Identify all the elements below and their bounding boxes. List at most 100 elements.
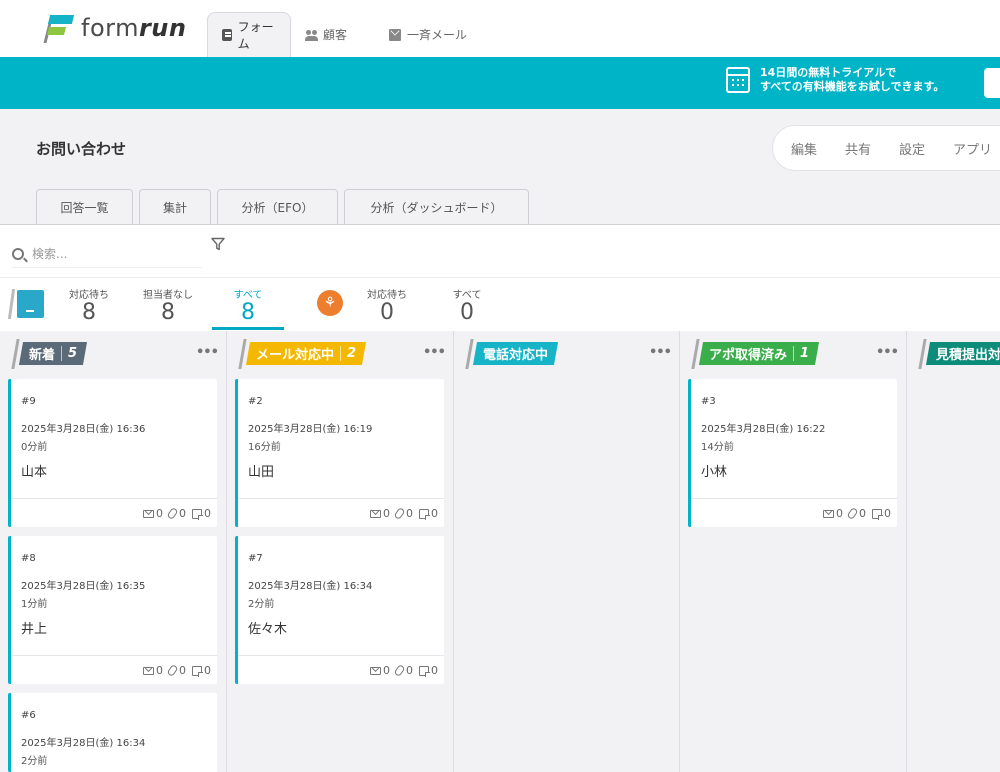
card-number: #2 <box>248 396 263 407</box>
card-elapsed: 16分前 <box>248 442 281 453</box>
trial-message: 14日間の無料トライアルで すべての有料機能をお試しできます。 <box>726 66 944 94</box>
card-date: 2025年3月28日(金) 16:36 <box>21 424 146 435</box>
status-label-phone[interactable]: 電話対応中 <box>472 342 559 365</box>
attachment-icon <box>393 506 406 521</box>
card-name: 山本 <box>21 465 48 480</box>
stat-waiting[interactable]: 対応待ち 8 <box>54 286 124 325</box>
filter-icon[interactable] <box>211 237 225 251</box>
response-card[interactable]: #9 2025年3月28日(金) 16:36 0分前 山本 0 0 0 <box>8 379 217 527</box>
response-card[interactable]: #7 2025年3月28日(金) 16:34 2分前 佐々木 0 0 0 <box>235 536 444 684</box>
stat-waiting-2-label: 対応待ち <box>367 290 407 301</box>
stat-unassigned-label: 担当者なし <box>143 290 193 301</box>
search-input[interactable] <box>32 246 182 261</box>
column-new: 新着 5 ••• #9 2025年3月28日(金) 16:36 0分前 山本 0 … <box>0 331 227 772</box>
column-phone: 電話対応中 ••• <box>454 331 680 772</box>
column-menu-icon[interactable]: ••• <box>423 345 446 360</box>
status-label-new[interactable]: 新着 5 <box>18 342 88 365</box>
card-elapsed: 0分前 <box>21 442 48 453</box>
memo-icon <box>192 665 203 677</box>
column-quote: 見積提出対 <box>907 331 1000 772</box>
card-meta: 0 0 0 <box>364 663 438 678</box>
page-title: お問い合わせ <box>36 140 127 158</box>
top-nav: formrun フォーム 顧客 一斉メール <box>0 0 1000 57</box>
response-card[interactable]: #8 2025年3月28日(金) 16:35 1分前 井上 0 0 0 <box>8 536 217 684</box>
status-label-quote[interactable]: 見積提出対 <box>925 342 1000 365</box>
card-name: 佐々木 <box>248 622 288 637</box>
card-number: #8 <box>21 553 36 564</box>
status-summary: 対応待ち 8 担当者なし 8 すべて 8 ⚘ 対応待ち 0 すべて 0 <box>0 278 1000 331</box>
stat-all-count: 8 <box>241 300 255 325</box>
tab-dashboard[interactable]: 分析（ダッシュボード） <box>344 189 529 225</box>
attachment-icon <box>166 506 179 521</box>
search-icon <box>12 247 24 260</box>
stat-waiting-count: 8 <box>82 300 96 325</box>
memo-icon <box>872 508 883 520</box>
trial-line1: 14日間の無料トライアルで <box>760 66 897 79</box>
response-card[interactable]: #2 2025年3月28日(金) 16:19 16分前 山田 0 0 0 <box>235 379 444 527</box>
card-elapsed: 2分前 <box>21 756 48 767</box>
logo-text: formrun <box>81 14 187 42</box>
memo-icon <box>419 508 430 520</box>
stat-all-label: すべて <box>233 290 263 301</box>
tab-summary[interactable]: 集計 <box>139 189 211 225</box>
card-elapsed: 14分前 <box>701 442 734 453</box>
tab-efo[interactable]: 分析（EFO） <box>217 189 338 225</box>
column-header: 見積提出対 <box>907 331 1000 373</box>
column-header: 新着 5 ••• <box>0 331 226 373</box>
stat-waiting-label: 対応待ち <box>69 290 109 301</box>
card-number: #6 <box>21 710 36 721</box>
tab-responses[interactable]: 回答一覧 <box>36 189 133 225</box>
apps-button[interactable]: アプリ <box>953 139 992 158</box>
status-group-icon <box>7 289 44 319</box>
trial-line2: すべての有料機能をお試しできます。 <box>760 80 945 93</box>
card-date: 2025年3月28日(金) 16:34 <box>248 581 373 592</box>
logo-mark-icon <box>43 13 75 43</box>
tab-customers[interactable]: 顧客 <box>291 12 375 57</box>
mail-icon <box>143 666 154 675</box>
card-number: #3 <box>701 396 716 407</box>
column-menu-icon[interactable]: ••• <box>876 345 899 360</box>
card-meta: 0 0 0 <box>817 506 891 521</box>
filter-bar: 対応待ち 8 担当者なし 8 すべて 8 ⚘ 対応待ち 0 すべて 0 <box>0 225 1000 331</box>
edit-button[interactable]: 編集 <box>791 139 817 158</box>
mail-icon <box>389 29 401 41</box>
column-appointment: アポ取得済み 1 ••• #3 2025年3月28日(金) 16:22 14分前 … <box>680 331 907 772</box>
status-label-appointment[interactable]: アポ取得済み 1 <box>698 342 820 365</box>
memo-icon <box>419 665 430 677</box>
trial-banner: 14日間の無料トライアルで すべての有料機能をお試しできます。 <box>0 57 1000 109</box>
tab-form[interactable]: フォーム <box>207 12 291 57</box>
card-name: 小林 <box>701 465 728 480</box>
formrun-logo[interactable]: formrun <box>43 12 187 44</box>
stat-all-2[interactable]: すべて 0 <box>432 286 502 325</box>
attachment-icon <box>393 663 406 678</box>
card-elapsed: 2分前 <box>248 599 275 610</box>
settings-button[interactable]: 設定 <box>899 139 925 158</box>
stat-all-2-label: すべて <box>452 290 482 301</box>
response-card[interactable]: #6 2025年3月28日(金) 16:34 2分前 <box>8 693 217 772</box>
card-date: 2025年3月28日(金) 16:35 <box>21 581 146 592</box>
card-date: 2025年3月28日(金) 16:34 <box>21 738 146 749</box>
stat-all[interactable]: すべて 8 <box>213 286 283 325</box>
response-card[interactable]: #3 2025年3月28日(金) 16:22 14分前 小林 0 0 0 <box>688 379 897 527</box>
stat-waiting-2-count: 0 <box>380 300 394 325</box>
stat-all-2-count: 0 <box>460 300 474 325</box>
stat-unassigned[interactable]: 担当者なし 8 <box>133 286 203 325</box>
column-mail: メール対応中 2 ••• #2 2025年3月28日(金) 16:19 16分前 … <box>227 331 454 772</box>
user-group-icon: ⚘ <box>317 290 343 316</box>
stat-waiting-2[interactable]: 対応待ち 0 <box>352 286 422 325</box>
column-menu-icon[interactable]: ••• <box>196 345 219 360</box>
column-menu-icon[interactable]: ••• <box>649 345 672 360</box>
card-meta: 0 0 0 <box>137 663 211 678</box>
users-icon <box>305 29 318 41</box>
card-name: 井上 <box>21 622 48 637</box>
card-date: 2025年3月28日(金) 16:22 <box>701 424 826 435</box>
card-number: #7 <box>248 553 263 564</box>
column-header: 電話対応中 ••• <box>454 331 679 373</box>
mail-icon <box>370 509 381 518</box>
status-label-mail[interactable]: メール対応中 2 <box>245 342 367 365</box>
trial-button[interactable] <box>984 68 1000 98</box>
attachment-icon <box>846 506 859 521</box>
mail-icon <box>143 509 154 518</box>
tab-bulk-mail[interactable]: 一斉メール <box>375 12 481 57</box>
share-button[interactable]: 共有 <box>845 139 871 158</box>
